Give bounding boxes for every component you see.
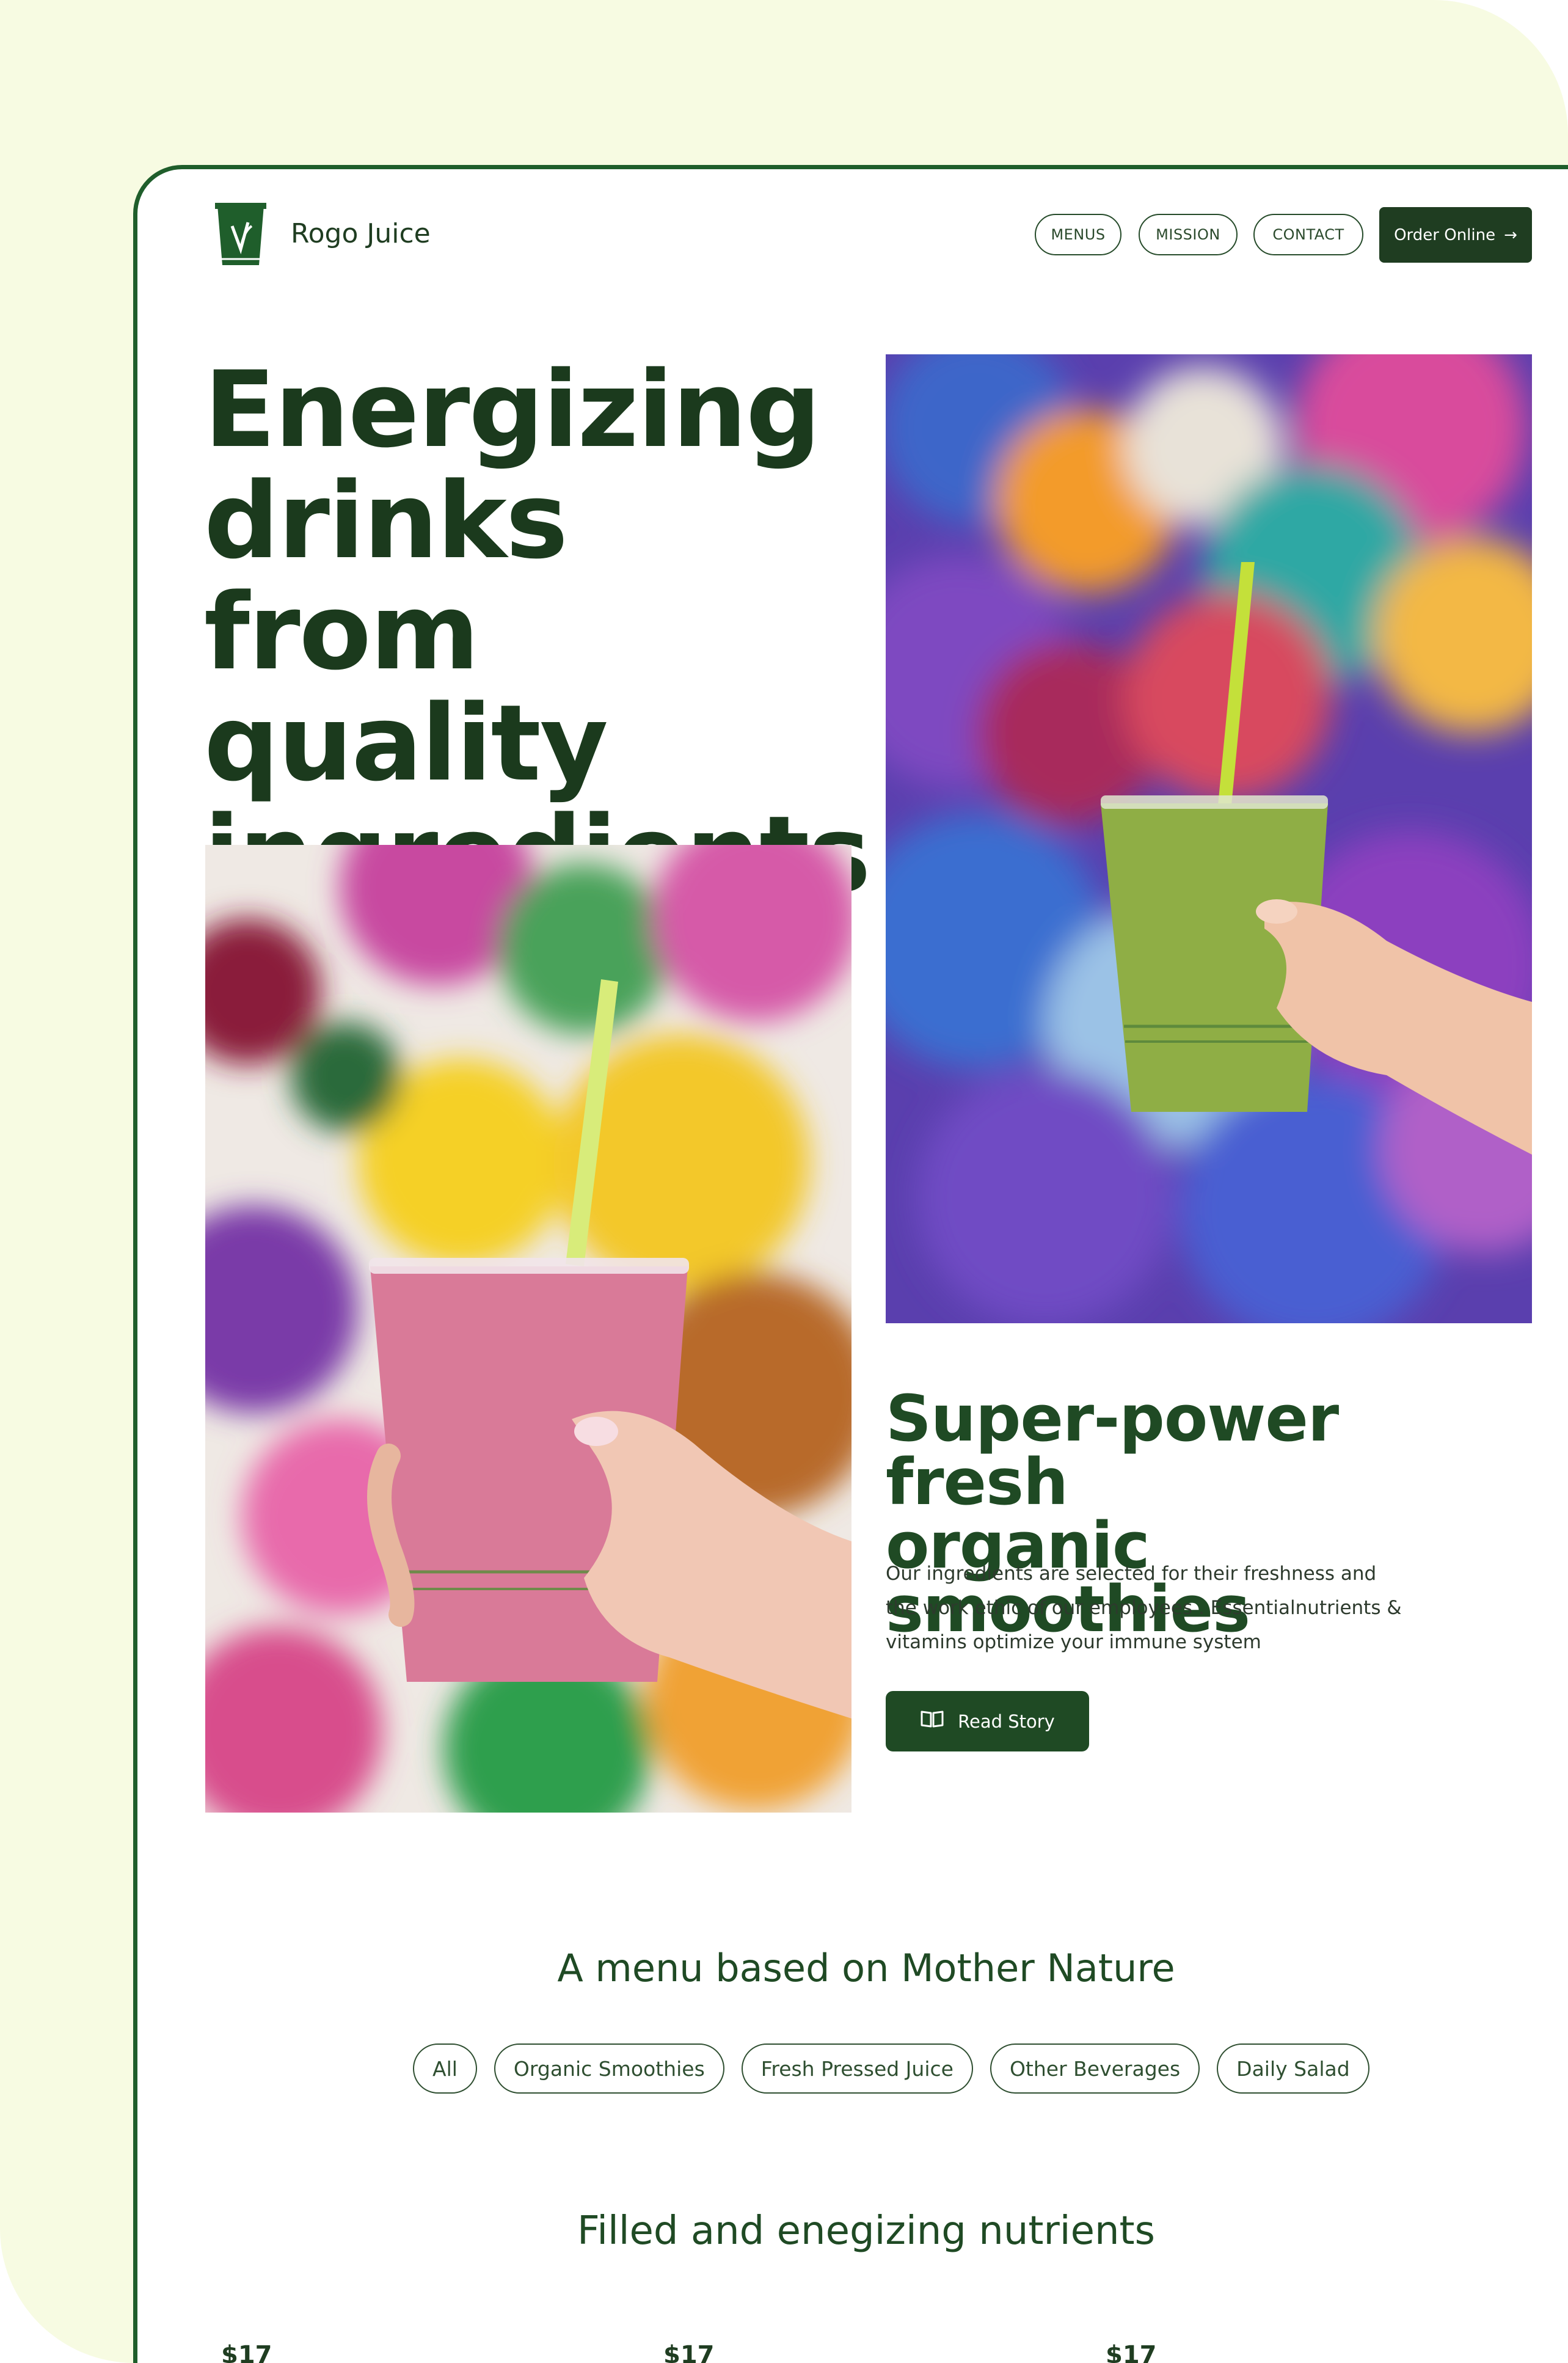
- product-price: $17: [663, 2341, 715, 2363]
- story-title-line: Super-power fresh: [886, 1381, 1339, 1519]
- read-story-button[interactable]: Read Story: [886, 1691, 1089, 1751]
- filter-organic-smoothies[interactable]: Organic Smoothies: [494, 2043, 724, 2094]
- story-body-line: the work ethic of our employees . Essent…: [886, 1597, 1402, 1619]
- hero-title-line: Energizing: [204, 348, 821, 471]
- menu-filter-bar: All Organic Smoothies Fresh Pressed Juic…: [413, 2043, 1369, 2094]
- arrow-right-icon: →: [1504, 225, 1517, 244]
- cup-logo-icon[interactable]: [214, 202, 268, 269]
- nav-menus-button[interactable]: MENUS: [1035, 214, 1121, 255]
- nutrients-title: Filled and enegizing nutrients: [577, 2208, 1155, 2254]
- pink-smoothie-photo: [205, 845, 851, 1813]
- green-smoothie-photo: [886, 354, 1532, 1323]
- hero-title: Energizing drinks from quality ingredien…: [204, 348, 871, 910]
- brand-name[interactable]: Rogo Juice: [291, 218, 431, 249]
- filter-all[interactable]: All: [413, 2043, 477, 2094]
- nav-mission-button[interactable]: MISSION: [1139, 214, 1238, 255]
- order-online-label: Order Online: [1394, 225, 1496, 244]
- product-price: $17: [1106, 2341, 1157, 2363]
- hero-title-line: drinks from: [204, 459, 568, 693]
- menu-title: A menu based on Mother Nature: [557, 1946, 1175, 1990]
- story-body: Our ingredients are selected for their f…: [886, 1557, 1435, 1659]
- book-icon: [920, 1709, 944, 1733]
- product-price: $17: [221, 2341, 272, 2363]
- order-online-button[interactable]: Order Online →: [1379, 207, 1532, 263]
- filter-fresh-pressed-juice[interactable]: Fresh Pressed Juice: [741, 2043, 973, 2094]
- hero-title-line: quality: [204, 682, 608, 805]
- filter-daily-salad[interactable]: Daily Salad: [1217, 2043, 1369, 2094]
- story-body-line: vitamins optimize your immune system: [886, 1631, 1261, 1653]
- filter-other-beverages[interactable]: Other Beverages: [990, 2043, 1200, 2094]
- story-body-line: Our ingredients are selected for their f…: [886, 1563, 1377, 1585]
- nav-contact-button[interactable]: CONTACT: [1253, 214, 1363, 255]
- read-story-label: Read Story: [958, 1711, 1055, 1732]
